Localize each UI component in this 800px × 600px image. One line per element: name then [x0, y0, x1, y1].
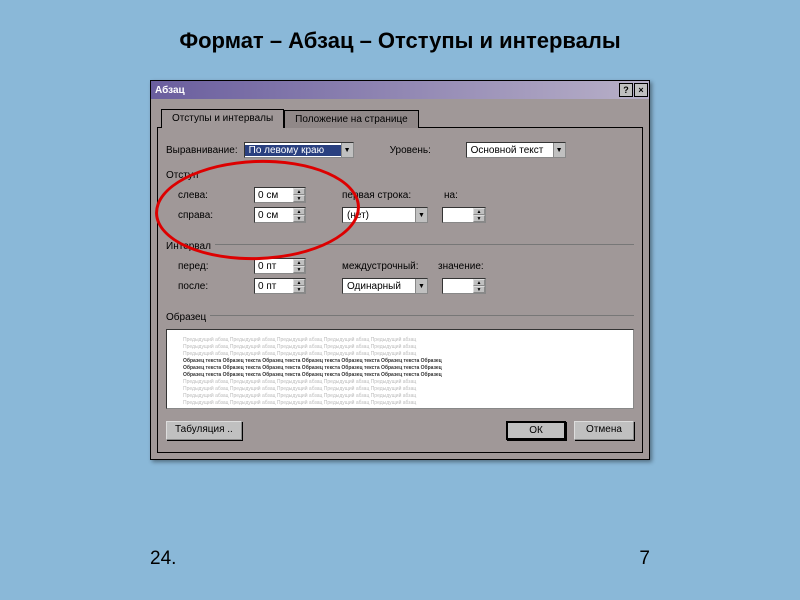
by1-label: на:: [444, 190, 474, 201]
by1-spinner[interactable]: ▲▼: [442, 207, 486, 223]
chevron-down-icon[interactable]: ▼: [415, 208, 427, 222]
before-spinner[interactable]: 0 пт ▲▼: [254, 258, 306, 274]
tabulation-button[interactable]: Табуляция ..: [166, 421, 242, 440]
tab-indents[interactable]: Отступы и интервалы: [161, 109, 284, 128]
footer-left-text: 24.: [150, 548, 176, 570]
dialog-titlebar: Абзац ? ×: [151, 81, 649, 99]
by2-spinner[interactable]: ▲▼: [442, 278, 486, 294]
ok-button[interactable]: ОК: [506, 421, 566, 440]
indent-group-label: Отступ: [166, 170, 198, 181]
spin-up-icon[interactable]: ▲: [473, 279, 485, 286]
after-spinner[interactable]: 0 пт ▲▼: [254, 278, 306, 294]
indent-left-value: 0 см: [255, 188, 293, 202]
by2-value: [443, 279, 473, 293]
by1-value: [443, 208, 473, 222]
close-button[interactable]: ×: [634, 83, 648, 97]
first-line-label: первая строка:: [342, 190, 412, 201]
preview-line-sample: Образец текста Образец текста Образец те…: [183, 358, 617, 364]
dialog-title: Абзац: [151, 85, 619, 96]
level-value: Основной текст: [467, 145, 553, 156]
preview-line-light: Предыдущий абзац Предыдущий абзац Предыд…: [183, 337, 617, 343]
alignment-label: Выравнивание:: [166, 145, 238, 156]
preview-line-sample: Образец текста Образец текста Образец те…: [183, 365, 617, 371]
tab-position[interactable]: Положение на странице: [284, 110, 418, 128]
indent-left-label: слева:: [178, 190, 248, 201]
spin-down-icon[interactable]: ▼: [293, 215, 305, 222]
tab-panel: Выравнивание: По левому краю ▼ Уровень: …: [157, 127, 643, 453]
before-value: 0 пт: [255, 259, 293, 273]
preview-line-sample: Образец текста Образец текста Образец те…: [183, 372, 617, 378]
level-label: Уровень:: [390, 145, 460, 156]
after-value: 0 пт: [255, 279, 293, 293]
spin-up-icon[interactable]: ▲: [293, 259, 305, 266]
spin-up-icon[interactable]: ▲: [293, 188, 305, 195]
before-label: перед:: [178, 261, 248, 272]
alignment-value: По левому краю: [245, 145, 341, 156]
preview-line-light: Предыдущий абзац Предыдущий абзац Предыд…: [183, 400, 617, 406]
spin-down-icon[interactable]: ▼: [293, 195, 305, 202]
spin-up-icon[interactable]: ▲: [293, 279, 305, 286]
spin-down-icon[interactable]: ▼: [473, 286, 485, 293]
chevron-down-icon[interactable]: ▼: [553, 143, 565, 157]
indent-left-spinner[interactable]: 0 см ▲▼: [254, 187, 306, 203]
spin-up-icon[interactable]: ▲: [473, 208, 485, 215]
line-spacing-value: Одинарный: [343, 281, 415, 292]
first-line-combo[interactable]: (нет) ▼: [342, 207, 428, 223]
chevron-down-icon[interactable]: ▼: [341, 143, 353, 157]
alignment-combo[interactable]: По левому краю ▼: [244, 142, 354, 158]
preview-line-light: Предыдущий абзац Предыдущий абзац Предыд…: [183, 393, 617, 399]
spin-down-icon[interactable]: ▼: [293, 266, 305, 273]
after-label: после:: [178, 281, 248, 292]
preview-line-light: Предыдущий абзац Предыдущий абзац Предыд…: [183, 351, 617, 357]
preview-box: Предыдущий абзац Предыдущий абзац Предыд…: [166, 329, 634, 409]
preview-line-light: Предыдущий абзац Предыдущий абзац Предыд…: [183, 344, 617, 350]
footer-page-number: 7: [639, 548, 650, 570]
preview-line-light: Предыдущий абзац Предыдущий абзац Предыд…: [183, 386, 617, 392]
first-line-value: (нет): [343, 210, 415, 221]
chevron-down-icon[interactable]: ▼: [415, 279, 427, 293]
indent-right-label: справа:: [178, 210, 248, 221]
preview-line-light: Предыдущий абзац Предыдущий абзац Предыд…: [183, 379, 617, 385]
spacing-group-label: Интервал: [166, 241, 211, 252]
indent-right-spinner[interactable]: 0 см ▲▼: [254, 207, 306, 223]
line-spacing-label: междустрочный:: [342, 261, 432, 272]
tab-bar: Отступы и интервалы Положение на страниц…: [161, 109, 643, 127]
by2-label: значение:: [438, 261, 488, 272]
indent-right-value: 0 см: [255, 208, 293, 222]
spin-down-icon[interactable]: ▼: [473, 215, 485, 222]
slide-title: Формат – Абзац – Отступы и интервалы: [0, 0, 800, 68]
line-spacing-combo[interactable]: Одинарный ▼: [342, 278, 428, 294]
cancel-button[interactable]: Отмена: [574, 421, 634, 440]
button-row: Табуляция .. ОК Отмена: [166, 417, 634, 442]
help-button[interactable]: ?: [619, 83, 633, 97]
preview-label: Образец: [166, 312, 206, 323]
spin-down-icon[interactable]: ▼: [293, 286, 305, 293]
spin-up-icon[interactable]: ▲: [293, 208, 305, 215]
paragraph-dialog: Абзац ? × Отступы и интервалы Положение …: [150, 80, 650, 460]
level-combo[interactable]: Основной текст ▼: [466, 142, 566, 158]
